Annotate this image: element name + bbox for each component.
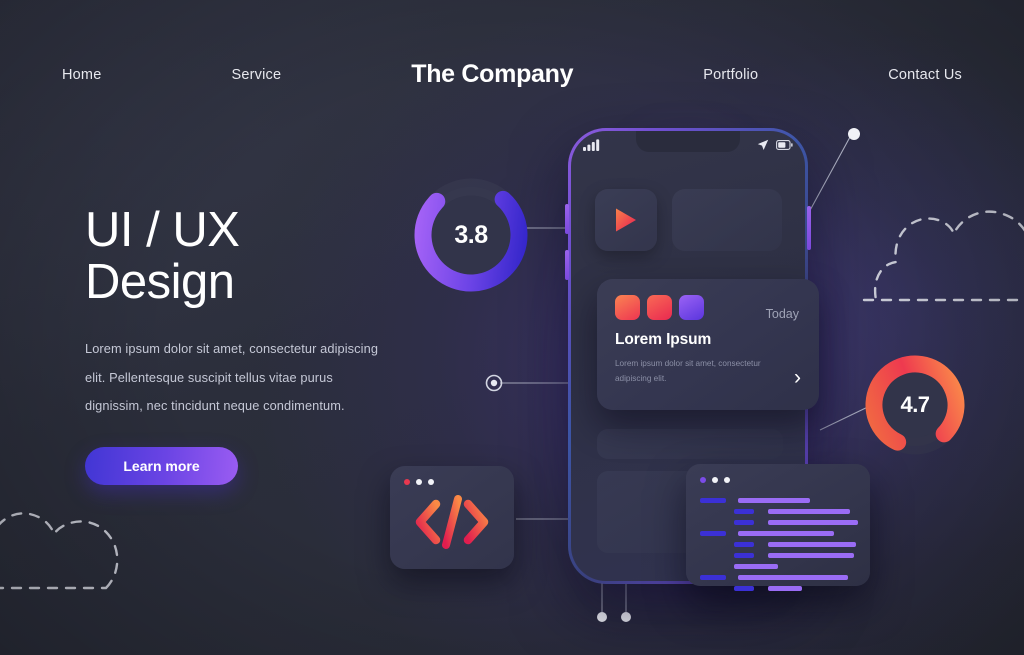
code-text-segment: [768, 585, 802, 591]
code-text-segment: [768, 552, 854, 558]
code-tag-segment: [700, 530, 726, 536]
code-tag-segment: [734, 519, 754, 525]
placeholder-tile-top: [672, 189, 782, 251]
code-editor-panel[interactable]: [686, 464, 870, 591]
code-tag-segment: [700, 497, 726, 503]
code-text-segment: [768, 508, 850, 514]
code-lines: [700, 496, 858, 595]
play-tile[interactable]: [595, 189, 657, 251]
card-subtitle: Lorem ipsum dolor sit amet, consectetur …: [615, 359, 761, 384]
code-tag-segment: [734, 541, 754, 547]
page-title: UI / UX Design: [85, 204, 405, 309]
card-today-label: Today: [765, 307, 799, 321]
code-text-segment: [768, 541, 856, 547]
code-icon-card[interactable]: [390, 466, 514, 569]
swatch-red: [647, 295, 672, 320]
placeholder-bar: [597, 429, 783, 459]
code-line: [700, 562, 858, 570]
nav-link-portfolio[interactable]: Portfolio: [703, 67, 758, 83]
window-dot-white-1: [712, 477, 718, 483]
swatch-orange: [615, 295, 640, 320]
code-tag-segment: [734, 585, 754, 591]
code-line: [700, 573, 858, 581]
hero-section: UI / UX Design Lorem ipsum dolor sit ame…: [85, 204, 405, 486]
phone-volume-down-button[interactable]: [565, 250, 569, 280]
code-line: [700, 584, 858, 592]
learn-more-button[interactable]: Learn more: [85, 447, 238, 486]
hero-paragraph: Lorem ipsum dolor sit amet, consectetur …: [85, 340, 379, 414]
gauge-value-47: 4.7: [900, 392, 930, 417]
chevron-right-icon[interactable]: ›: [794, 367, 801, 388]
gauge-rating-47: 4.7: [862, 352, 968, 458]
editor-window-dots: [700, 477, 730, 483]
code-brackets-icon: [415, 495, 489, 549]
code-tag-segment: [734, 552, 754, 558]
gauge-rating-38: 3.8: [410, 174, 532, 296]
code-line: [700, 529, 858, 537]
swatch-purple: [679, 295, 704, 320]
decor-cloud-top-right: [862, 172, 1024, 312]
brand-title: The Company: [411, 60, 574, 88]
card-title: Lorem Ipsum: [615, 331, 712, 348]
code-text-segment: [738, 497, 810, 503]
code-tag-segment: [734, 508, 754, 514]
code-text-segment: [738, 574, 848, 580]
code-text-segment: [738, 530, 834, 536]
nav-link-contact-us[interactable]: Contact Us: [888, 67, 962, 83]
top-navigation: Home Service The Company Portfolio Conta…: [0, 0, 1024, 148]
phone-volume-up-button[interactable]: [565, 204, 569, 234]
nav-link-service[interactable]: Service: [231, 67, 281, 83]
nav-link-home[interactable]: Home: [62, 67, 101, 83]
code-line: [700, 540, 858, 548]
hero-landing-page: Home Service The Company Portfolio Conta…: [0, 0, 1024, 655]
page-title-line-2: Design: [85, 255, 235, 310]
code-text-segment: [734, 563, 778, 569]
page-title-line-1: UI / UX: [85, 203, 240, 257]
code-line: [700, 551, 858, 559]
content-card[interactable]: Today Lorem Ipsum Lorem ipsum dolor sit …: [597, 279, 819, 410]
code-text-segment: [768, 519, 858, 525]
window-dot-purple: [700, 477, 706, 483]
play-icon: [616, 208, 636, 232]
code-line: [700, 518, 858, 526]
code-tag-segment: [700, 574, 726, 580]
window-dot-white-2: [724, 477, 730, 483]
code-line: [700, 507, 858, 515]
code-line: [700, 496, 858, 504]
gauge-value-38: 3.8: [454, 220, 488, 249]
phone-power-button[interactable]: [807, 206, 811, 250]
